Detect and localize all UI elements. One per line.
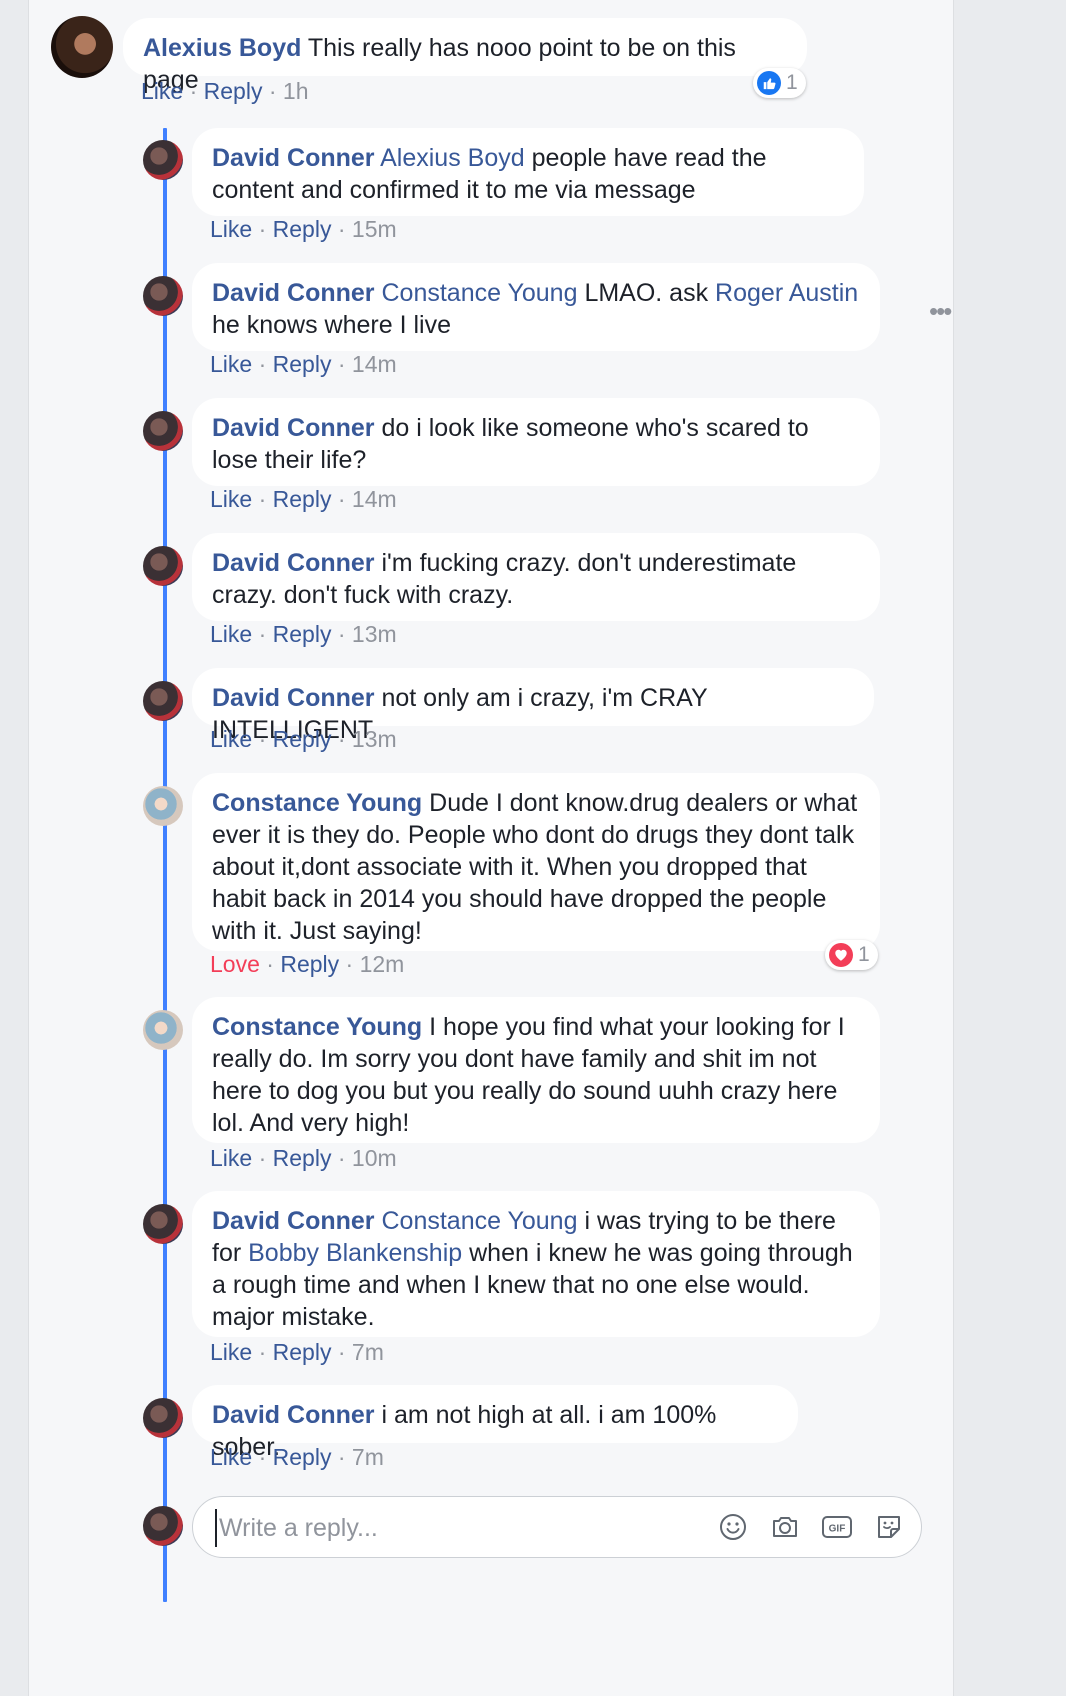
comment-actions: Like · Reply · 7m xyxy=(210,1339,384,1365)
comment-time[interactable]: 7m xyxy=(352,1444,384,1470)
reply-button[interactable]: Reply xyxy=(273,621,332,647)
comment-time[interactable]: 7m xyxy=(352,1339,384,1365)
like-button[interactable]: Like xyxy=(210,1339,252,1365)
avatar-david-conner[interactable] xyxy=(143,1204,183,1244)
comment-bubble: Constance Young I hope you find what you… xyxy=(192,997,880,1143)
comment-author[interactable]: David Conner xyxy=(212,279,375,307)
sticker-icon[interactable] xyxy=(873,1511,905,1543)
like-button[interactable]: Like xyxy=(210,351,252,377)
comment-time[interactable]: 10m xyxy=(352,1145,397,1171)
comment-author[interactable]: Alexius Boyd xyxy=(143,34,301,62)
like-button[interactable]: Like xyxy=(210,216,252,242)
avatar-alexius-boyd[interactable] xyxy=(51,16,113,78)
comment-actions: Like · Reply · 1h xyxy=(141,78,309,104)
reply-input[interactable] xyxy=(215,1509,701,1547)
comment-author[interactable]: David Conner xyxy=(212,144,375,172)
reply-button[interactable]: Reply xyxy=(273,216,332,242)
comment-actions: Like · Reply · 7m xyxy=(210,1444,384,1470)
camera-icon[interactable] xyxy=(769,1511,801,1543)
reply-button[interactable]: Reply xyxy=(280,951,339,977)
comment-panel: Alexius Boyd This really has nooo point … xyxy=(28,0,954,1696)
like-button[interactable]: Like xyxy=(141,78,183,104)
reply-button[interactable]: Reply xyxy=(273,486,332,512)
avatar-david-conner[interactable] xyxy=(143,681,183,721)
reply-button[interactable]: Reply xyxy=(273,726,332,752)
like-button[interactable]: Like xyxy=(210,486,252,512)
comment-bubble: David Conner i am not high at all. i am … xyxy=(192,1385,798,1461)
avatar-current-user xyxy=(143,1506,183,1546)
comment-author[interactable]: David Conner xyxy=(212,1401,375,1429)
comment-actions: Like · Reply · 10m xyxy=(210,1145,397,1171)
like-button[interactable]: Like xyxy=(210,726,252,752)
like-button[interactable]: Like xyxy=(210,1444,252,1470)
reaction-count: 1 xyxy=(858,943,870,966)
reaction-summary[interactable]: 1 xyxy=(753,68,806,98)
avatar-david-conner[interactable] xyxy=(143,546,183,586)
comment-bubble: David Conner do i look like someone who'… xyxy=(192,398,880,486)
reply-button[interactable]: Reply xyxy=(204,78,263,104)
comment-time[interactable]: 14m xyxy=(352,351,397,377)
avatar-david-conner[interactable] xyxy=(143,140,183,180)
comment-actions: Like · Reply · 13m xyxy=(210,726,397,752)
mention-link[interactable]: Alexius Boyd xyxy=(380,144,525,172)
mention-link[interactable]: Constance Young xyxy=(381,1207,577,1235)
mention-link[interactable]: Roger Austin xyxy=(715,279,858,307)
reaction-count: 1 xyxy=(786,71,798,94)
reply-button[interactable]: Reply xyxy=(273,1444,332,1470)
comment-author[interactable]: David Conner xyxy=(212,1207,375,1235)
avatar-david-conner[interactable] xyxy=(143,276,183,316)
comment-text: LMAO. ask xyxy=(577,279,716,307)
comment-bubble: Constance Young Dude I dont know.drug de… xyxy=(192,773,880,951)
comment-actions: Like · Reply · 14m xyxy=(210,351,397,377)
avatar-constance-young[interactable] xyxy=(143,1010,183,1050)
love-button[interactable]: Love xyxy=(210,951,260,977)
comment-bubble: David Conner Alexius Boyd people have re… xyxy=(192,128,864,216)
reaction-summary[interactable]: 1 xyxy=(825,940,878,970)
comment-bubble: David Conner Constance Young i was tryin… xyxy=(192,1191,880,1337)
svg-text:GIF: GIF xyxy=(829,1524,846,1535)
comment-time[interactable]: 1h xyxy=(283,78,309,104)
comment-author[interactable]: Constance Young xyxy=(212,1013,422,1041)
emoji-icon[interactable] xyxy=(717,1511,749,1543)
comment-author[interactable]: David Conner xyxy=(212,549,375,577)
reply-button[interactable]: Reply xyxy=(273,1145,332,1171)
comment-time[interactable]: 13m xyxy=(352,621,397,647)
heart-icon xyxy=(829,943,853,967)
comment-time[interactable]: 15m xyxy=(352,216,397,242)
comment-bubble: David Conner not only am i crazy, i'm CR… xyxy=(192,668,874,744)
more-options-icon[interactable]: ••• xyxy=(929,296,952,327)
comment-bubble: Alexius Boyd This really has nooo point … xyxy=(123,18,807,94)
comment-actions: Love · Reply · 12m xyxy=(210,951,405,977)
comment-time[interactable]: 13m xyxy=(352,726,397,752)
comment-text: he knows where I live xyxy=(212,311,452,339)
like-button[interactable]: Like xyxy=(210,621,252,647)
mention-link[interactable]: Constance Young xyxy=(381,279,577,307)
comment-actions: Like · Reply · 14m xyxy=(210,486,397,512)
avatar-david-conner[interactable] xyxy=(143,1398,183,1438)
reply-composer[interactable]: GIF xyxy=(192,1496,922,1558)
thumbs-up-icon xyxy=(757,71,781,95)
reply-button[interactable]: Reply xyxy=(273,351,332,377)
comment-bubble: David Conner Constance Young LMAO. ask R… xyxy=(192,263,880,351)
comment-actions: Like · Reply · 15m xyxy=(210,216,397,242)
comment-actions: Like · Reply · 13m xyxy=(210,621,397,647)
comment-bubble: David Conner i'm fucking crazy. don't un… xyxy=(192,533,880,621)
like-button[interactable]: Like xyxy=(210,1145,252,1171)
comment-author[interactable]: Constance Young xyxy=(212,789,422,817)
comment-author[interactable]: David Conner xyxy=(212,414,375,442)
comment-time[interactable]: 12m xyxy=(360,951,405,977)
mention-link[interactable]: Bobby Blankenship xyxy=(248,1239,462,1267)
avatar-constance-young[interactable] xyxy=(143,786,183,826)
reply-button[interactable]: Reply xyxy=(273,1339,332,1365)
comment-author[interactable]: David Conner xyxy=(212,684,375,712)
gif-icon[interactable]: GIF xyxy=(821,1511,853,1543)
reply-thread-line xyxy=(163,128,167,1602)
comment-time[interactable]: 14m xyxy=(352,486,397,512)
avatar-david-conner[interactable] xyxy=(143,411,183,451)
